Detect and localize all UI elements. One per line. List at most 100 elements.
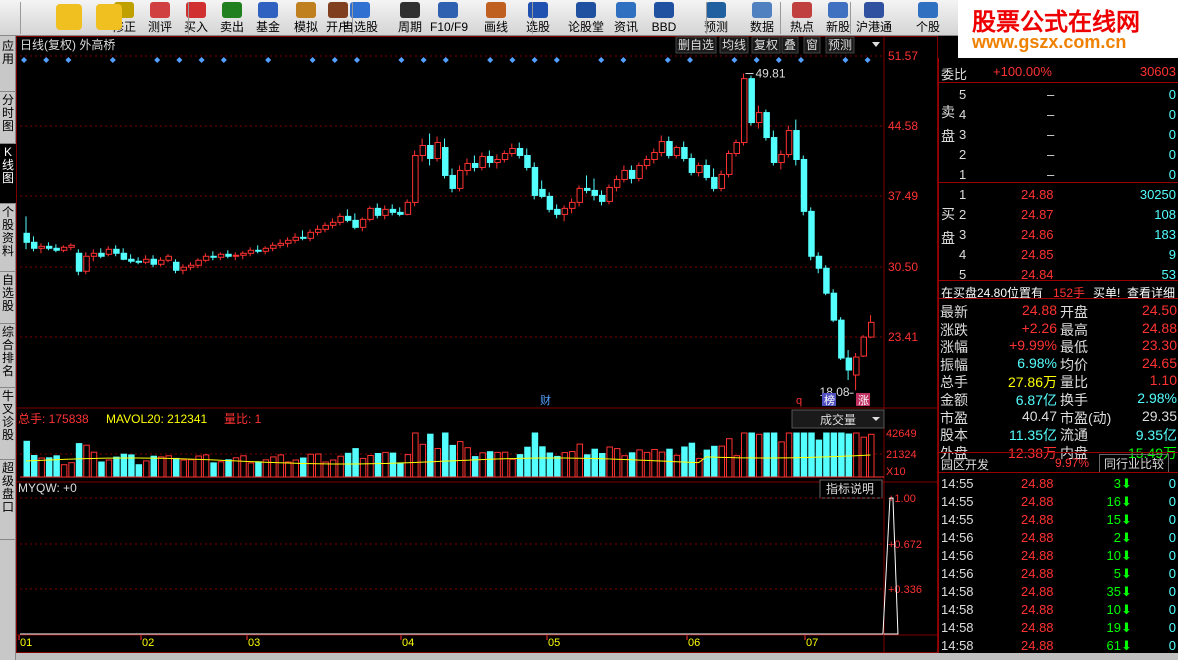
event-marker-icon[interactable] xyxy=(43,57,50,63)
toolbar-button-label: 卖出 xyxy=(219,20,244,34)
event-marker-icon[interactable] xyxy=(65,57,72,63)
tick-count: 0 xyxy=(1168,494,1176,509)
event-marker-icon[interactable] xyxy=(620,57,627,63)
toolbar-button-20[interactable]: 个股 xyxy=(910,0,946,36)
event-marker-icon[interactable] xyxy=(864,57,871,63)
candle-body xyxy=(158,259,165,265)
event-marker-icon[interactable] xyxy=(842,57,849,63)
event-marker-icon[interactable] xyxy=(753,57,760,63)
toolbar-button-15[interactable]: 预测 xyxy=(698,0,734,36)
toolbar-button-4[interactable]: 基金 xyxy=(250,0,286,36)
candle-body xyxy=(778,153,785,163)
volume-bar xyxy=(247,462,255,478)
toolbar-button-3[interactable]: 卖出 xyxy=(214,0,250,36)
event-marker-icon[interactable] xyxy=(265,57,272,63)
candle-body xyxy=(225,253,232,257)
sidebar-tab-0[interactable]: 应 用 xyxy=(0,38,16,92)
event-marker-icon[interactable] xyxy=(798,57,804,63)
event-marker-icon[interactable] xyxy=(731,57,738,63)
volume-bar xyxy=(113,456,120,478)
tick-time: 14:55 xyxy=(941,512,974,527)
max-price-label: 49.81 xyxy=(755,67,785,81)
event-marker-icon[interactable] xyxy=(154,57,161,63)
toolbar-button-12[interactable]: 论股堂 xyxy=(568,0,604,36)
toolbar-button-13[interactable]: 资讯 xyxy=(608,0,644,36)
right-tabs[interactable] xyxy=(938,653,1178,660)
event-marker-icon[interactable] xyxy=(354,57,360,63)
kline-chart-panel[interactable]: 51.57 44.58 37.49 30.50 23.41 日线(复权) 外高桥 删自选 均线… xyxy=(16,36,938,653)
event-marker-icon[interactable] xyxy=(553,57,560,63)
down-arrow-icon: ⬇ xyxy=(1121,476,1132,491)
candle-body xyxy=(285,239,292,244)
sidebar-tab-5[interactable]: 综 合 排 名 xyxy=(0,324,16,388)
toolbar-button-2[interactable]: 买入 xyxy=(178,0,214,36)
event-marker-icon[interactable] xyxy=(420,57,427,63)
logo-url: www.gszx.com.cn xyxy=(972,32,1127,52)
sidebar-tab-7[interactable]: 超 级 盘 口 xyxy=(0,460,16,540)
forecast-icon xyxy=(706,2,726,18)
sidebar-tab-4[interactable]: 自 选 股 xyxy=(0,272,16,324)
sidebar-tab-1[interactable]: 分 时 图 xyxy=(0,92,16,144)
tick-count: 0 xyxy=(1168,602,1176,617)
tick-volume: 2 xyxy=(1113,530,1121,545)
volume-bar xyxy=(838,432,845,478)
indicator-tabs[interactable] xyxy=(16,653,938,660)
candle-body xyxy=(793,130,800,160)
back-arrow-icon[interactable] xyxy=(56,4,82,30)
event-marker-icon[interactable] xyxy=(509,57,516,63)
toolbar-button-5[interactable]: 模拟 xyxy=(288,0,324,36)
toolbar-button-14[interactable]: BBD xyxy=(646,0,682,36)
sell-icon xyxy=(222,2,242,18)
toolbar-button-7[interactable]: 自选股 xyxy=(342,0,378,36)
volume-bar xyxy=(778,441,785,478)
event-marker-icon[interactable] xyxy=(309,57,316,63)
sidebar-tab-2[interactable]: K 线 图 xyxy=(0,144,16,204)
volume-bar xyxy=(628,452,636,478)
event-marker-icon[interactable] xyxy=(487,57,494,63)
chart-top-button-label: 叠 xyxy=(784,38,796,52)
toolbar-button-16[interactable]: 数据 xyxy=(744,0,780,36)
toolbar-separator xyxy=(188,2,189,34)
event-marker-icon[interactable] xyxy=(531,57,538,63)
toolbar-button-19[interactable]: 沪港通 xyxy=(856,0,892,36)
compare-button[interactable]: 同行业比较 xyxy=(1099,454,1170,473)
volume-bar xyxy=(554,455,561,478)
toolbar-button-8[interactable]: 周期 xyxy=(392,0,428,36)
event-marker-icon[interactable] xyxy=(687,57,693,63)
volume-bar xyxy=(83,444,90,478)
kline-chart-svg[interactable]: 51.57 44.58 37.49 30.50 23.41 日线(复权) 外高桥 删自选 均线… xyxy=(16,36,938,653)
toolbar-button-1[interactable]: 测评 xyxy=(142,0,178,36)
event-marker-icon[interactable] xyxy=(109,57,116,63)
event-marker-icon[interactable] xyxy=(198,57,205,63)
event-marker-icon[interactable] xyxy=(21,57,27,63)
event-marker-icon[interactable] xyxy=(775,57,782,63)
volume-bar xyxy=(307,453,314,478)
candle-body xyxy=(389,208,397,213)
event-marker-icon[interactable] xyxy=(176,57,183,63)
event-marker-icon[interactable] xyxy=(220,57,227,63)
event-marker-icon[interactable] xyxy=(442,57,449,63)
candle-body xyxy=(576,187,584,203)
sell-volume: 0 xyxy=(1168,167,1176,182)
dropdown-icon[interactable] xyxy=(872,42,880,47)
toolbar-button-10[interactable]: 画线 xyxy=(478,0,514,36)
volume-bar xyxy=(419,443,427,478)
candle-body xyxy=(90,252,98,257)
event-marker-icon[interactable] xyxy=(598,57,605,63)
toolbar-button-17[interactable]: 热点 xyxy=(784,0,820,36)
chart-top-button-label: 删自选 xyxy=(678,38,714,52)
toolbar-button-11[interactable]: 选股 xyxy=(520,0,556,36)
tick-time: 14:56 xyxy=(941,548,974,563)
down-arrow-icon: ⬇ xyxy=(1121,620,1132,635)
event-marker-icon[interactable] xyxy=(664,57,671,63)
mavol-label: MAVOL20: 212341 xyxy=(106,412,208,426)
event-marker-icon[interactable] xyxy=(331,57,338,63)
volume-bar xyxy=(531,432,539,478)
candle-body xyxy=(703,164,711,178)
sidebar-tab-6[interactable]: 牛 叉 诊 股 xyxy=(0,388,16,460)
up-arrow-icon[interactable] xyxy=(96,4,122,30)
sidebar-tab-3[interactable]: 个 股 资 料 xyxy=(0,204,16,272)
event-marker-icon[interactable] xyxy=(398,57,405,63)
toolbar-button-9[interactable]: F10/F9 xyxy=(430,0,468,36)
volume-bar xyxy=(464,447,471,478)
